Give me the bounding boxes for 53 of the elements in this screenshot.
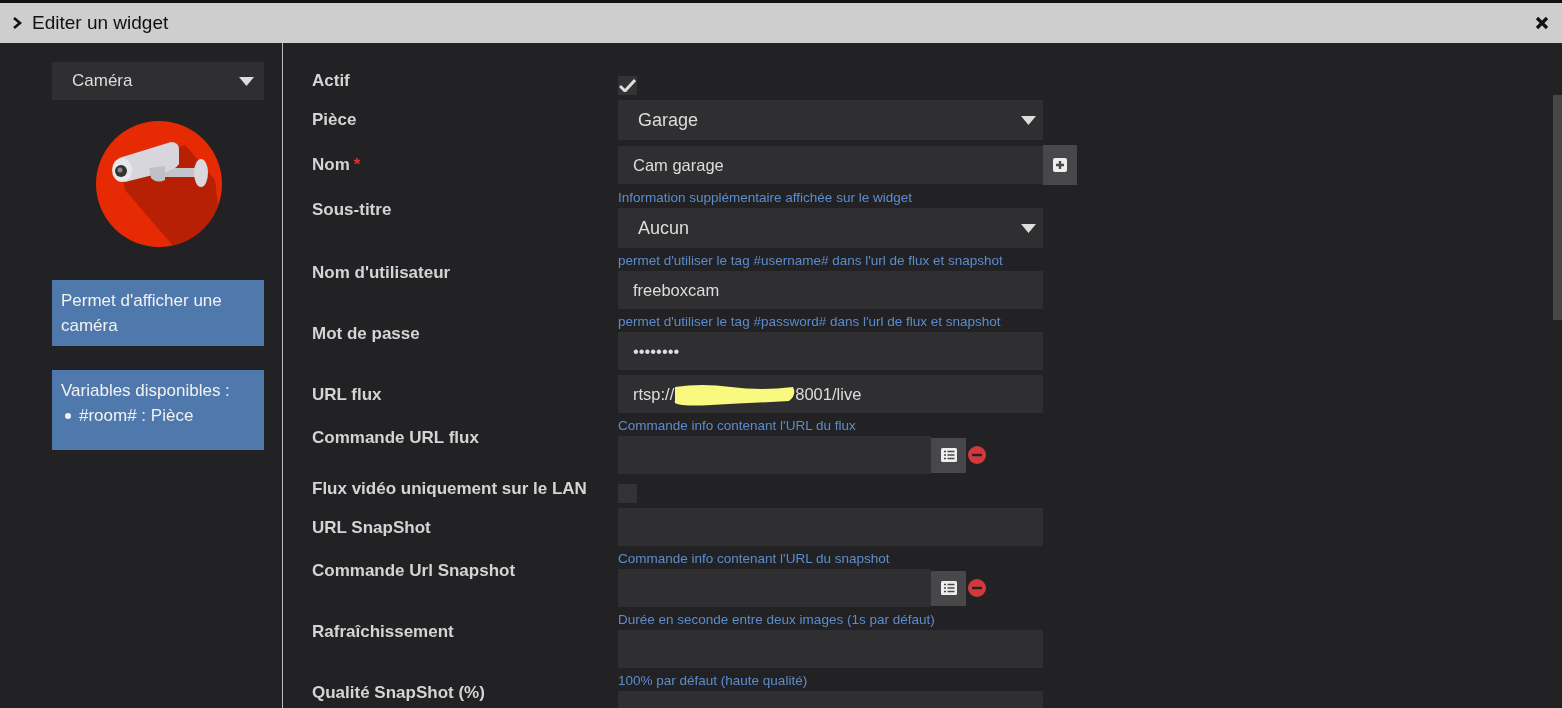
variables-title: Variables disponibles :: [61, 380, 231, 402]
field-label: Commande URL flux: [312, 428, 479, 447]
field-label: Rafraîchissement: [312, 622, 454, 641]
checkbox[interactable]: [618, 76, 637, 95]
remove-icon[interactable]: [968, 579, 986, 597]
bullet-icon: [65, 412, 71, 419]
field-label: Mot de passe: [312, 324, 420, 343]
field-value: rtsp://: [633, 384, 675, 404]
field-label: Flux vidéo uniquement sur le LAN: [312, 479, 587, 498]
plus-icon: [1053, 158, 1067, 172]
list-icon: [940, 448, 957, 462]
help-text: 100% par défaut (haute qualité): [618, 673, 809, 690]
list-button[interactable]: [931, 570, 966, 606]
field-label: Sous-titre: [312, 200, 392, 219]
add-button[interactable]: [1043, 145, 1077, 185]
caret-icon: [1021, 223, 1036, 233]
field-label: URL SnapShot: [312, 518, 431, 537]
chevron-icon[interactable]: [12, 17, 22, 29]
help-text: Durée en seconde entre deux images (1s par défaut): [618, 612, 936, 629]
field-label: Nom: [312, 155, 350, 174]
field-value: 8001/live: [795, 384, 862, 404]
caret-icon: [1021, 115, 1036, 125]
select-field[interactable]: Garage: [618, 100, 1043, 140]
field-label: Commande Url Snapshot: [312, 561, 516, 580]
input-field[interactable]: rtsp:// 8001/live: [618, 375, 1043, 413]
help-text: Information supplémentaire affichée sur le widget: [618, 190, 913, 207]
field-label: URL flux: [312, 385, 382, 404]
window-title: Editer un widget: [32, 12, 170, 34]
required-mark: *: [353, 155, 361, 174]
list-icon: [940, 581, 957, 595]
help-text: Commande info contenant l'URL du snapshot: [618, 551, 891, 568]
input-field[interactable]: [618, 436, 931, 474]
input-field[interactable]: freeboxcam: [618, 271, 1043, 309]
help-text: permet d'utiliser le tag #password# dans l'url de flux et snapshot: [618, 314, 1002, 331]
field-label: Pièce: [312, 110, 357, 129]
field-label: Actif: [312, 71, 350, 90]
select-field[interactable]: Aucun: [618, 208, 1043, 248]
list-button[interactable]: [931, 437, 966, 473]
widget-type-select[interactable]: Caméra: [52, 62, 264, 100]
variable-item: #room# : Pièce: [79, 405, 194, 427]
scrollbar[interactable]: [1553, 95, 1562, 320]
help-text: Commande info contenant l'URL du flux: [618, 418, 857, 435]
close-button[interactable]: [1535, 16, 1549, 30]
remove-icon[interactable]: [968, 446, 986, 464]
help-text: permet d'utiliser le tag #username# dans l'url de flux et snapshot: [618, 253, 1004, 270]
field-label: Nom d'utilisateur: [312, 263, 451, 282]
field-label: Qualité SnapShot (%): [312, 683, 485, 702]
description-panel: Permet d'afficher une caméra: [52, 280, 264, 346]
input-field[interactable]: [618, 569, 931, 607]
input-field[interactable]: Cam garage: [618, 146, 1043, 184]
caret-icon: [239, 76, 254, 86]
security-camera-icon: [95, 120, 223, 248]
input-field[interactable]: ••••••••: [618, 332, 1043, 370]
